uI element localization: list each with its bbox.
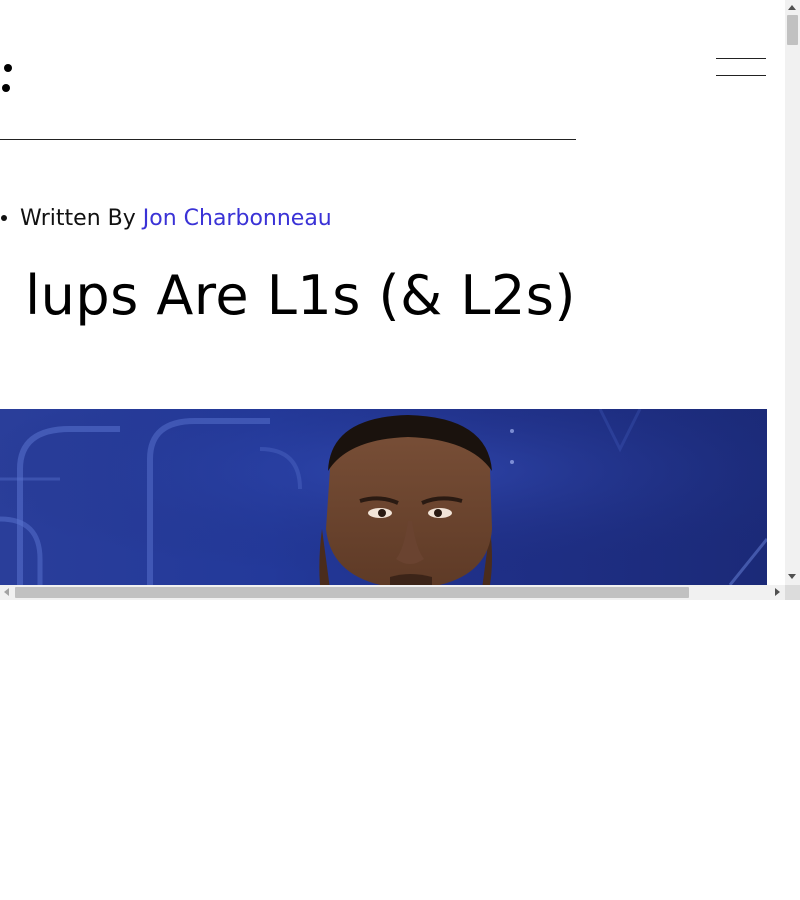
vertical-scroll-thumb[interactable] <box>787 15 798 45</box>
scroll-right-arrow-icon[interactable] <box>775 588 780 596</box>
author-link[interactable]: Jon Charbonneau <box>143 206 332 231</box>
hero-image <box>0 409 767 585</box>
hamburger-menu-icon[interactable] <box>716 58 766 78</box>
page-content: Written By Jon Charbonneau lups Are L1s … <box>0 0 785 585</box>
bullet-icon <box>1 215 7 221</box>
byline: Written By Jon Charbonneau <box>0 203 332 233</box>
scroll-down-arrow-icon[interactable] <box>788 574 796 579</box>
logo-dot-bottom <box>2 84 10 92</box>
scrollbar-corner <box>785 585 800 600</box>
article-title: lups Are L1s (& L2s) <box>25 264 576 327</box>
horizontal-scroll-thumb[interactable] <box>15 587 689 598</box>
browser-viewport: Written By Jon Charbonneau lups Are L1s … <box>0 0 800 600</box>
hero-photo <box>0 409 767 585</box>
menu-bar-bottom <box>716 75 766 76</box>
logo-dot-top <box>4 64 12 72</box>
byline-prefix: Written By <box>20 205 136 231</box>
header-divider <box>0 139 576 140</box>
scroll-left-arrow-icon[interactable] <box>4 588 9 596</box>
menu-bar-top <box>716 58 766 59</box>
scroll-up-arrow-icon[interactable] <box>788 5 796 10</box>
colon-logo-icon[interactable] <box>2 64 14 98</box>
horizontal-scrollbar[interactable] <box>0 585 785 600</box>
vertical-scrollbar[interactable] <box>785 0 800 585</box>
